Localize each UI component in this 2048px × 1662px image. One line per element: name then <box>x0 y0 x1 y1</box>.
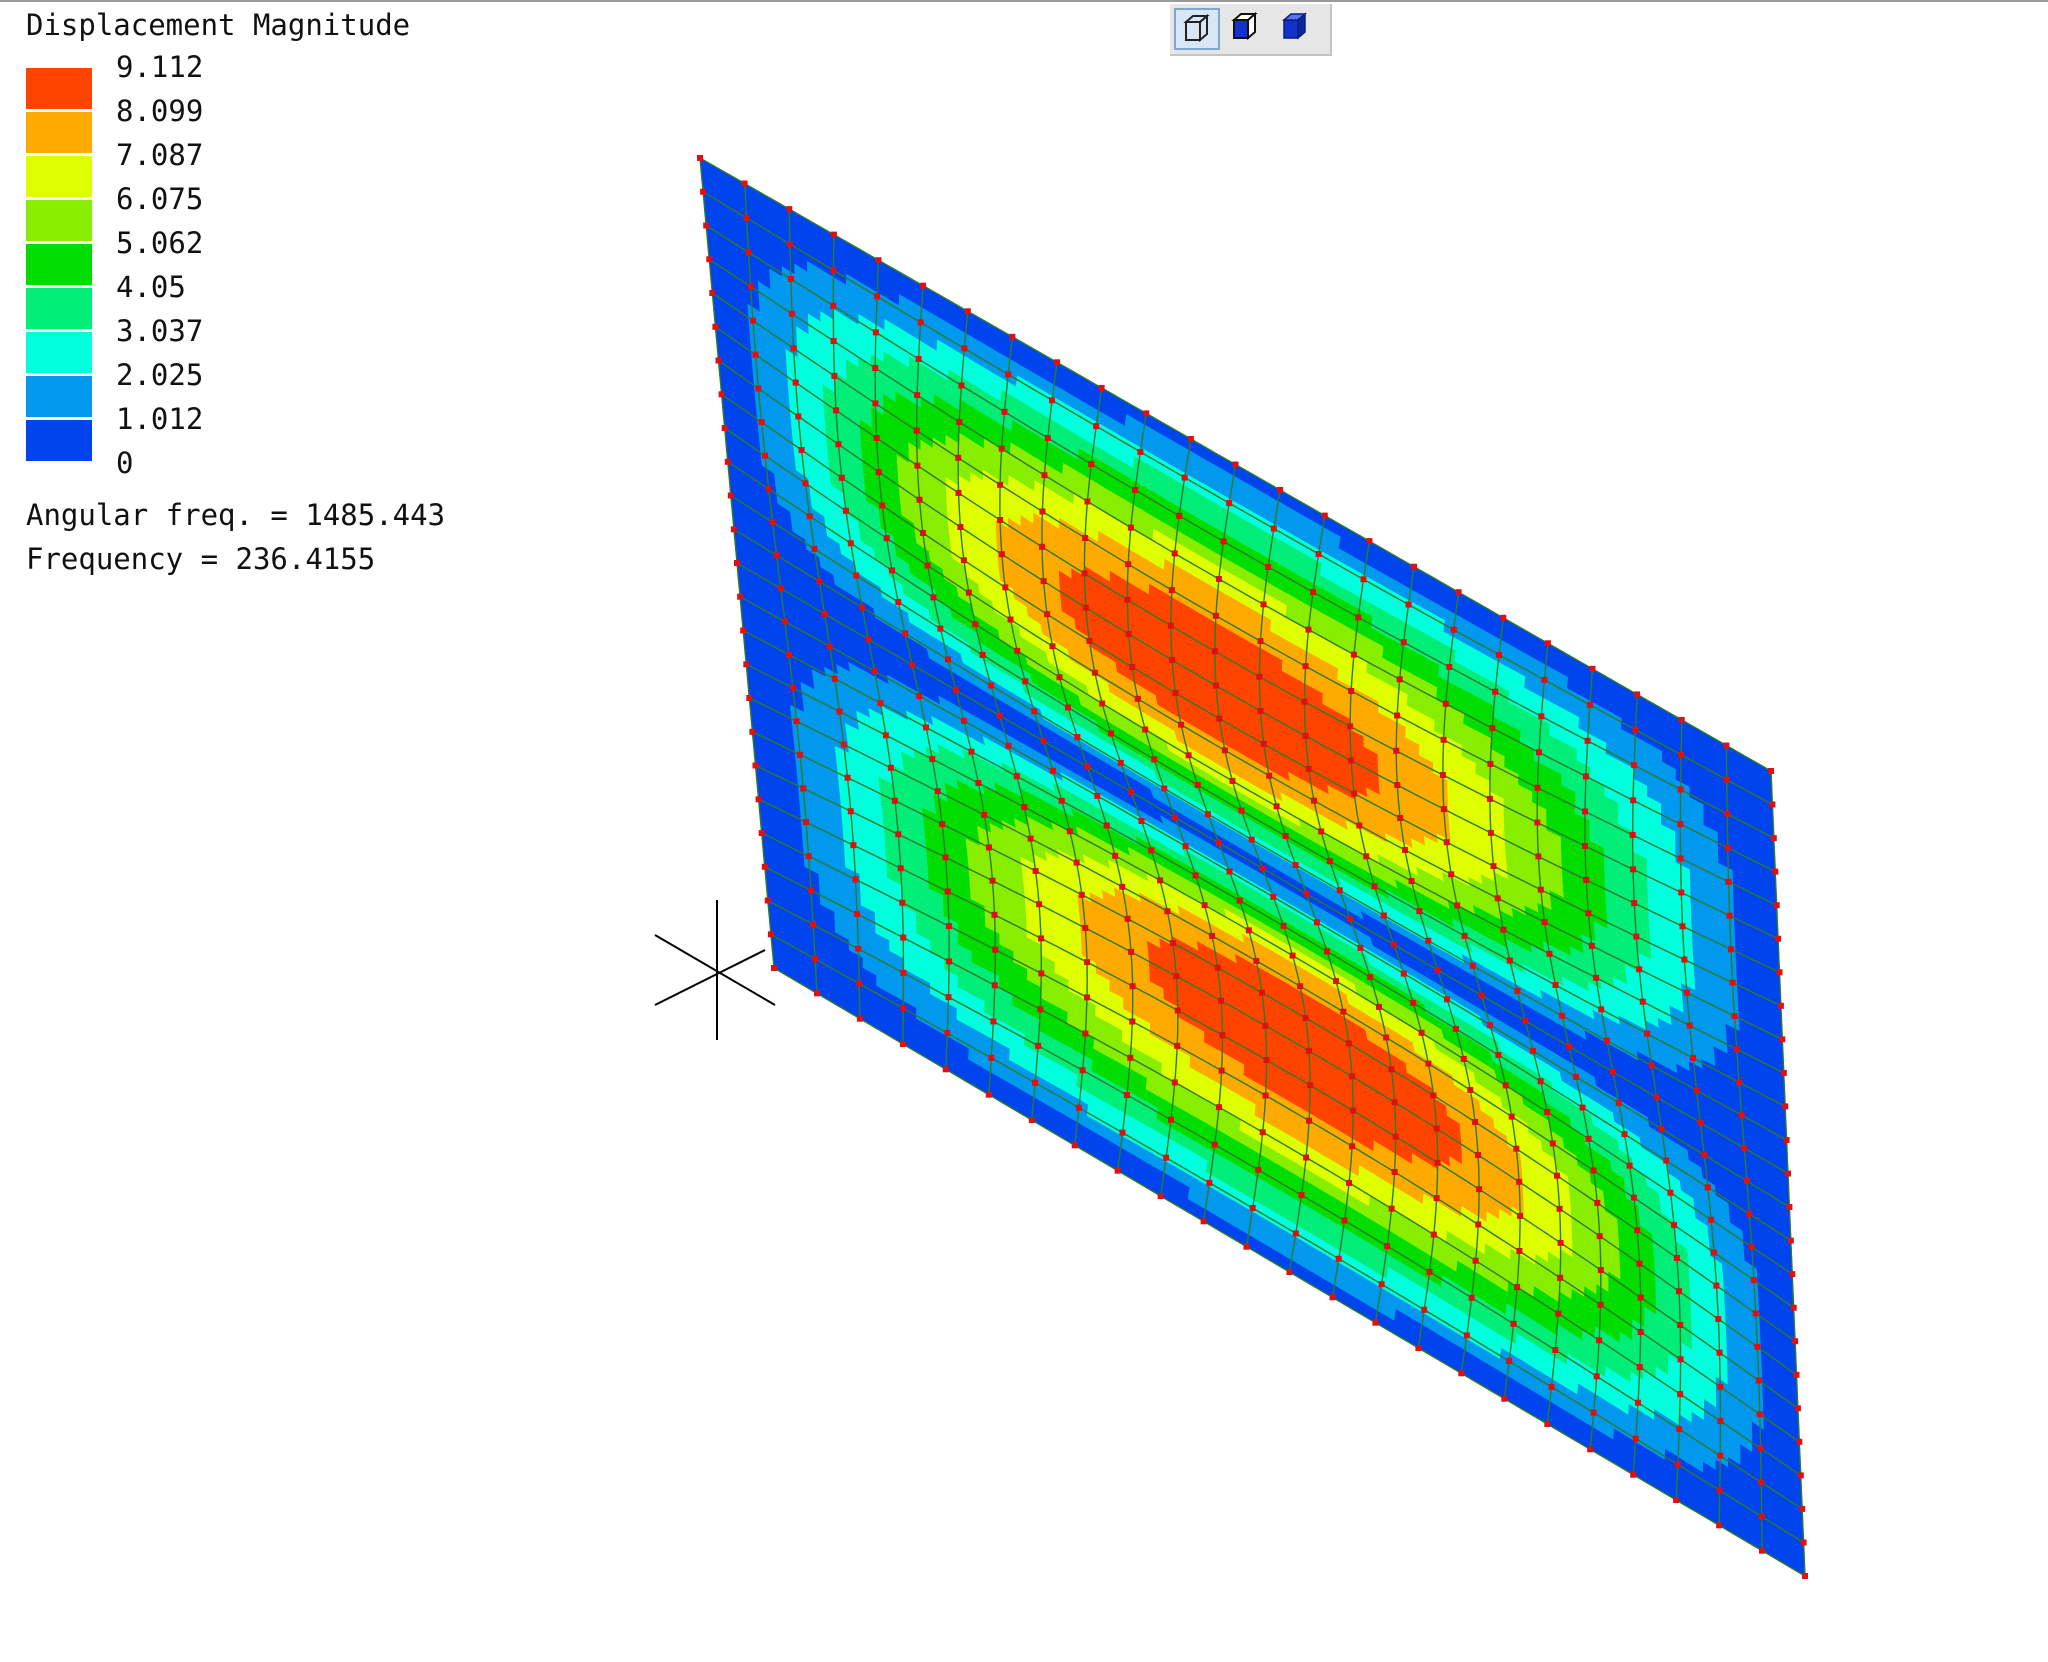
legend-swatch-1 <box>26 112 92 153</box>
legend-label: 4.05 <box>116 270 186 304</box>
legend-swatch-2 <box>26 156 92 197</box>
legend-swatch-8 <box>26 420 92 461</box>
legend-label: 9.112 <box>116 50 204 84</box>
legend-label: 1.012 <box>116 402 204 436</box>
legend-label: 3.037 <box>116 314 204 348</box>
legend-swatch-3 <box>26 200 92 241</box>
frequency-readout: Frequency = 236.4155 <box>26 542 376 576</box>
legend-label: 5.062 <box>116 226 204 260</box>
legend-label: 2.025 <box>116 358 204 392</box>
solid-view-icon <box>1281 12 1308 40</box>
shaded-edges-view-button[interactable] <box>1224 8 1270 50</box>
window-top-border <box>0 0 2048 2</box>
legend-title: Displacement Magnitude <box>26 8 411 42</box>
wireframe-view-icon <box>1183 13 1210 43</box>
legend-swatch-4 <box>26 244 92 285</box>
legend-label: 8.099 <box>116 94 204 128</box>
shaded-edges-view-icon <box>1231 11 1258 41</box>
legend-label: 0 <box>116 446 134 480</box>
legend-label: 7.087 <box>116 138 204 172</box>
solid-view-button[interactable] <box>1274 8 1320 50</box>
model-viewport[interactable] <box>600 130 1900 1600</box>
deformed-plate-mesh <box>697 155 1808 1579</box>
wireframe-view-button[interactable] <box>1174 8 1220 50</box>
view-mode-toolbar <box>1170 4 1332 56</box>
legend-swatch-6 <box>26 332 92 373</box>
legend-swatch-7 <box>26 376 92 417</box>
legend-swatch-5 <box>26 288 92 329</box>
legend-swatch-0 <box>26 68 92 109</box>
angular-frequency-readout: Angular freq. = 1485.443 <box>26 498 446 532</box>
legend-label: 6.075 <box>116 182 204 216</box>
